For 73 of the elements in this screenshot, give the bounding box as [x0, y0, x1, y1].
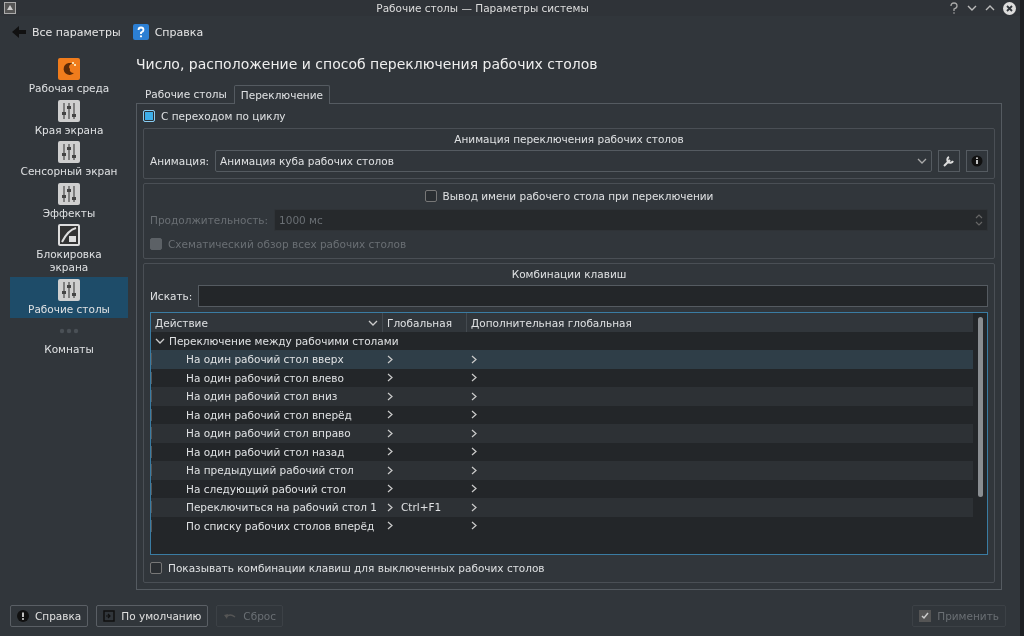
table-row[interactable]: На один рабочий стол вверх — [151, 350, 973, 369]
table-cell: На следующий рабочий стол — [186, 482, 346, 495]
palette-icon — [58, 58, 80, 80]
document-icon — [103, 610, 116, 622]
table-row[interactable]: Переключиться на рабочий стол 1 Ctrl+F1 — [151, 498, 973, 517]
sidebar-item[interactable]: Блокировка экрана — [10, 222, 128, 277]
table-row[interactable]: На предыдущий рабочий стол — [151, 461, 973, 480]
dialog-button[interactable]: Справка — [10, 605, 89, 627]
sidebar-item[interactable]: Края экрана — [10, 97, 128, 140]
dots-icon — [59, 328, 79, 335]
column-header[interactable]: Действие — [151, 313, 383, 332]
toolbar-button[interactable]: Справка — [132, 24, 204, 40]
table-row[interactable]: На следующий рабочий стол — [151, 479, 973, 498]
table-cell: Переключиться на рабочий стол 1 — [186, 501, 377, 514]
tab[interactable]: Рабочие столы — [138, 84, 234, 103]
table-cell: На один рабочий стол вниз — [186, 390, 338, 403]
sidebar-item[interactable]: Рабочие столы — [10, 276, 128, 319]
sidebar-item[interactable]: Сенсорный экран — [10, 139, 128, 181]
table-cell: На один рабочий стол вверх — [186, 353, 344, 366]
maximize-icon[interactable] — [985, 3, 995, 13]
table-cell: Ctrl+F1 — [401, 501, 442, 514]
sliders-icon — [58, 182, 80, 205]
field-label: Анимация: — [150, 155, 210, 167]
field-label: Искать: — [150, 290, 193, 302]
spin-arrows-icon — [975, 214, 983, 226]
sliders-icon — [58, 141, 80, 164]
sidebar-item[interactable]: Рабочая среда — [10, 56, 128, 98]
checkbox-label: С переходом по циклу — [161, 110, 286, 122]
table-cell: На один рабочий стол вперёд — [186, 408, 352, 421]
sliders-icon — [58, 278, 80, 301]
minimize-icon[interactable] — [967, 3, 977, 13]
checkbox-label: Показывать комбинации клавиш для выключенных рабочих столов — [168, 562, 545, 574]
info-button[interactable] — [966, 150, 988, 172]
dialog-button[interactable]: По умолчанию — [96, 605, 209, 627]
collapse-icon[interactable] — [155, 337, 165, 345]
sidebar-item[interactable]: Эффекты — [10, 180, 128, 223]
table-cell: По списку рабочих столов вперёд — [186, 519, 375, 532]
undo-icon — [223, 611, 238, 621]
table-row[interactable]: На один рабочий стол влево — [151, 368, 973, 387]
page-heading: Число, расположение и способ переключения рабочих столов — [136, 55, 599, 74]
group-title: Анимация переключения рабочих столов — [453, 133, 685, 145]
tree-group-label[interactable]: Переключение между рабочими столами — [169, 335, 399, 347]
checkbox-label: Вывод имени рабочего стола при переключении — [442, 190, 714, 202]
field-label: Продолжительность: — [150, 214, 269, 226]
sidebar-item[interactable]: Комнаты — [10, 326, 128, 359]
screen-lock-icon — [58, 224, 80, 247]
animation-dropdown[interactable]: Анимация куба рабочих столов — [215, 150, 932, 172]
toolbar-button[interactable]: Все параметры — [12, 25, 121, 39]
wrench-icon — [942, 154, 956, 168]
search-field[interactable] — [198, 285, 988, 307]
table-row[interactable]: На один рабочий стол вперёд — [151, 405, 973, 424]
table-cell: На предыдущий рабочий стол — [186, 464, 354, 477]
group-title: Комбинации клавиш — [510, 268, 628, 280]
window-title: Рабочие столы — Параметры системы — [375, 2, 590, 14]
tab[interactable]: Переключение — [233, 85, 330, 104]
table-row[interactable]: На один рабочий стол вправо — [151, 424, 973, 443]
check-icon — [919, 610, 932, 622]
sliders-icon — [58, 99, 80, 122]
close-icon[interactable] — [1003, 1, 1016, 15]
table-row[interactable]: По списку рабочих столов вперёд — [151, 516, 973, 535]
back-arrow-icon — [12, 26, 26, 38]
table-row[interactable]: На один рабочий стол вниз — [151, 387, 973, 406]
table-row[interactable]: На один рабочий стол назад — [151, 442, 973, 461]
app-icon — [4, 2, 16, 14]
table-cell: На один рабочий стол влево — [186, 371, 344, 384]
info-icon — [971, 155, 983, 167]
column-header[interactable]: Глобальная — [383, 313, 467, 332]
table-cell: На один рабочий стол вправо — [186, 427, 351, 440]
table-cell: На один рабочий стол назад — [186, 445, 345, 458]
column-header[interactable]: Дополнительная глобальная — [467, 313, 973, 332]
checkbox[interactable] — [143, 110, 155, 122]
checkbox[interactable] — [150, 562, 162, 574]
configure-button[interactable] — [938, 150, 960, 172]
